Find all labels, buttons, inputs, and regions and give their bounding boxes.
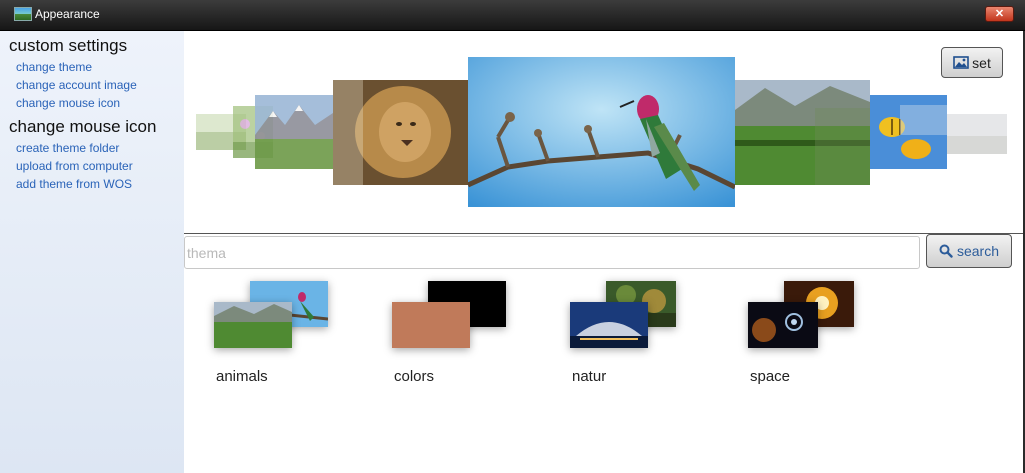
sidebar-heading-change-mouse-icon: change mouse icon [9,117,157,136]
carousel-divider [184,233,1025,234]
search-button-label: search [956,243,1000,259]
category-label: animals [216,368,268,385]
main-panel: set thema search animals colors natur sp… [184,31,1025,473]
carousel-item-lion[interactable] [333,80,468,185]
sidebar-heading-custom-settings: custom settings [9,36,128,55]
sidebar-link-change-mouse-icon[interactable]: change mouse icon [16,96,120,110]
colors-swatch-terracotta [392,302,470,348]
category-label: natur [572,368,607,385]
sidebar-link-create-theme-folder[interactable]: create theme folder [16,141,119,155]
category-natur[interactable]: natur [570,278,710,388]
animals-thumb-valley [214,302,292,348]
set-button[interactable]: set [941,47,1003,78]
carousel-item-fish[interactable] [870,95,947,169]
natur-thumb-dome [570,302,648,348]
carousel-item-mountain-meadow[interactable] [255,95,333,169]
sidebar-link-change-account-image[interactable]: change account image [16,78,137,92]
sidebar: custom settings change theme change acco… [0,31,184,473]
search-icon [939,244,953,258]
image-icon [953,56,969,69]
category-colors[interactable]: colors [392,278,532,388]
carousel-item-green-valley[interactable] [735,80,870,185]
carousel-item-hummingbird[interactable] [468,57,735,207]
category-animals[interactable]: animals [214,278,354,388]
sidebar-link-upload-from-computer[interactable]: upload from computer [16,159,133,173]
close-button[interactable]: ✕ [985,6,1014,22]
category-label: colors [394,368,435,385]
title-bar: Appearance ✕ [0,0,1025,31]
sidebar-link-add-theme-from-wos[interactable]: add theme from WOS [16,177,132,191]
set-button-label: set [972,54,991,71]
window-title: Appearance [35,7,100,21]
space-thumb-planet [748,302,818,348]
sidebar-link-change-theme[interactable]: change theme [16,60,92,74]
category-label: space [750,368,791,385]
search-button[interactable]: search [926,234,1012,268]
app-landscape-icon [14,7,32,21]
category-space[interactable]: space [748,278,888,388]
carousel-item-gray-scene[interactable] [947,114,1007,154]
search-input[interactable] [184,236,920,269]
